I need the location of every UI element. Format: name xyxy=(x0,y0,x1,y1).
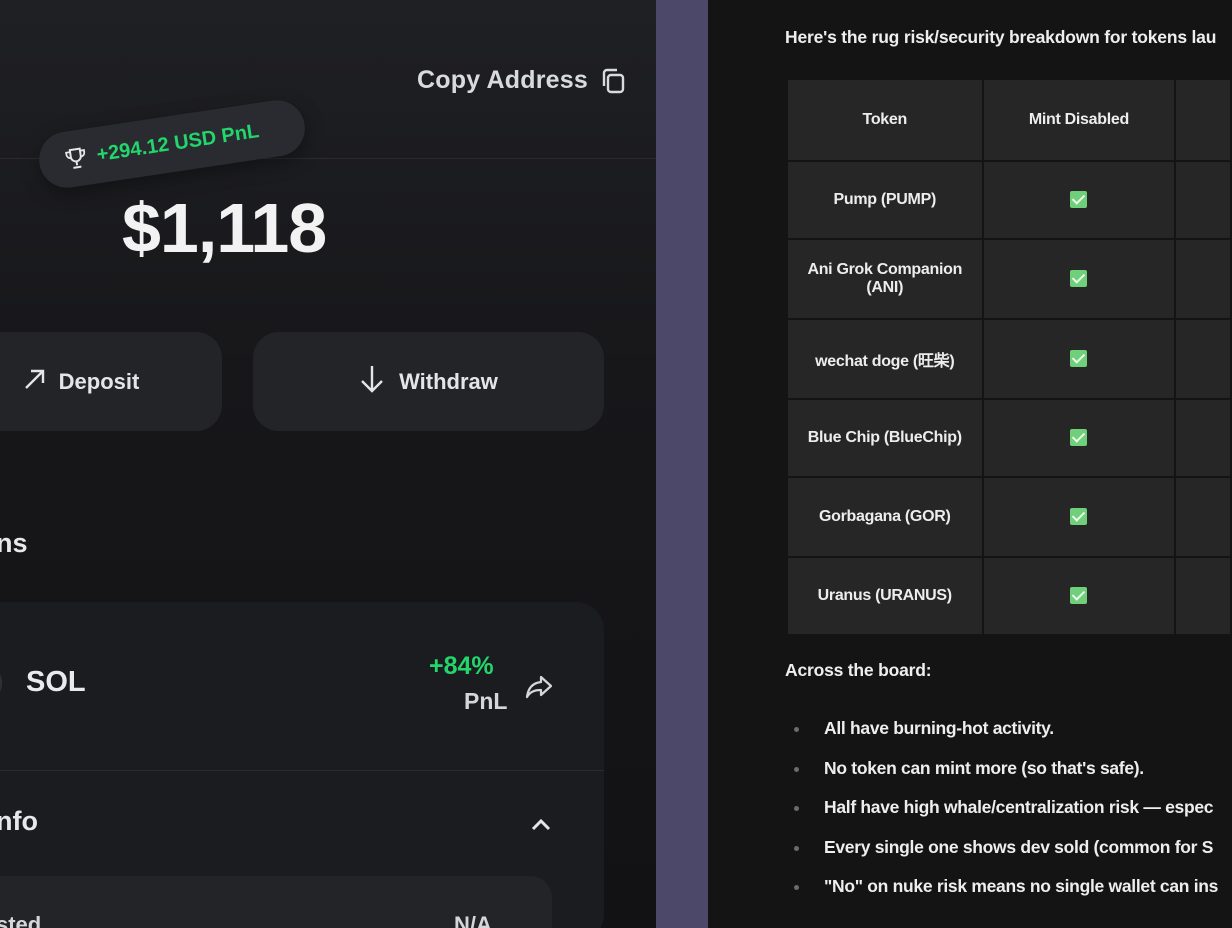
share-icon[interactable] xyxy=(525,674,553,700)
wallet-panel: Copy Address +294.12 USD PnL $1,118 Depo… xyxy=(0,0,656,928)
token-cell: Pump (PUMP) xyxy=(788,162,982,238)
table-header-token: Token xyxy=(788,80,982,160)
table-row: Blue Chip (BlueChip) xyxy=(788,400,1230,476)
summary-title: Across the board: xyxy=(785,660,932,680)
response-intro-text: Here's the rug risk/security breakdown f… xyxy=(785,27,1217,47)
pnl-value: +294.12 USD PnL xyxy=(95,119,261,166)
trophy-icon xyxy=(63,145,88,172)
next-cell xyxy=(1176,240,1230,318)
arrow-up-icon xyxy=(23,368,45,395)
token-cell: wechat doge (旺柴) xyxy=(788,320,982,398)
wallet-balance: $1,118 xyxy=(122,189,327,267)
withdraw-button[interactable]: Withdraw xyxy=(253,332,604,431)
token-cell: Gorbagana (GOR) xyxy=(788,478,982,556)
list-item: Every single one shows dev sold (common … xyxy=(794,835,1218,875)
next-cell xyxy=(1176,162,1230,238)
checkbox-checked-icon xyxy=(1070,191,1088,209)
checkbox-checked-icon xyxy=(1070,587,1088,605)
info-row-label: sted xyxy=(0,912,42,928)
list-item: No token can mint more (so that's safe). xyxy=(794,756,1218,796)
pnl-badge: +294.12 USD PnL xyxy=(35,96,309,192)
table-row: Pump (PUMP) xyxy=(788,162,1230,238)
mint-disabled-cell xyxy=(983,162,1175,238)
checkbox-checked-icon xyxy=(1070,508,1088,526)
mint-disabled-cell xyxy=(983,558,1175,634)
panel-divider-strip xyxy=(656,0,708,928)
list-item: Half have high whale/centralization risk… xyxy=(794,795,1218,835)
summary-bullet-list: All have burning-hot activity. No token … xyxy=(794,716,1218,914)
asset-pnl-label: PnL xyxy=(464,688,508,714)
copy-icon xyxy=(600,67,626,95)
assets-section-title: ns xyxy=(0,528,28,558)
asset-pnl-percent: +84% xyxy=(429,652,494,680)
checkbox-checked-icon xyxy=(1070,350,1088,368)
info-section-title: nfo xyxy=(0,806,38,836)
mint-disabled-cell xyxy=(983,320,1175,398)
table-header-mint-disabled: Mint Disabled xyxy=(983,80,1175,160)
checkbox-checked-icon xyxy=(1070,429,1088,447)
asset-row-divider xyxy=(0,770,604,771)
chat-response-panel: Here's the rug risk/security breakdown f… xyxy=(708,0,1232,928)
deposit-button[interactable]: Deposit xyxy=(0,332,222,431)
withdraw-label: Withdraw xyxy=(399,368,498,394)
arrow-down-icon xyxy=(359,363,385,400)
info-row-value: N/A xyxy=(454,912,492,928)
table-row: Gorbagana (GOR) xyxy=(788,478,1230,556)
next-cell xyxy=(1176,320,1230,398)
table-row: Uranus (URANUS) xyxy=(788,558,1230,634)
next-cell xyxy=(1176,478,1230,556)
list-item: "No" on nuke risk means no single wallet… xyxy=(794,874,1218,914)
asset-symbol: SOL xyxy=(26,666,86,698)
checkbox-checked-icon xyxy=(1070,270,1088,288)
chevron-up-icon[interactable] xyxy=(528,812,554,838)
token-cell: Blue Chip (BlueChip) xyxy=(788,400,982,476)
token-cell: Ani Grok Companion (ANI) xyxy=(788,240,982,318)
token-cell: Uranus (URANUS) xyxy=(788,558,982,634)
mint-disabled-cell xyxy=(983,400,1175,476)
copy-address-label: Copy Address xyxy=(417,66,588,94)
rug-risk-table: Token Mint Disabled Pump (PUMP) Ani Grok… xyxy=(786,78,1232,636)
mint-disabled-cell xyxy=(983,240,1175,318)
list-item: All have burning-hot activity. xyxy=(794,716,1218,756)
next-cell xyxy=(1176,558,1230,634)
mint-disabled-cell xyxy=(983,478,1175,556)
table-row: wechat doge (旺柴) xyxy=(788,320,1230,398)
table-row: Ani Grok Companion (ANI) xyxy=(788,240,1230,318)
deposit-label: Deposit xyxy=(58,368,140,394)
next-cell xyxy=(1176,400,1230,476)
table-header-next xyxy=(1176,80,1230,160)
copy-address-button[interactable]: Copy Address xyxy=(417,66,626,95)
